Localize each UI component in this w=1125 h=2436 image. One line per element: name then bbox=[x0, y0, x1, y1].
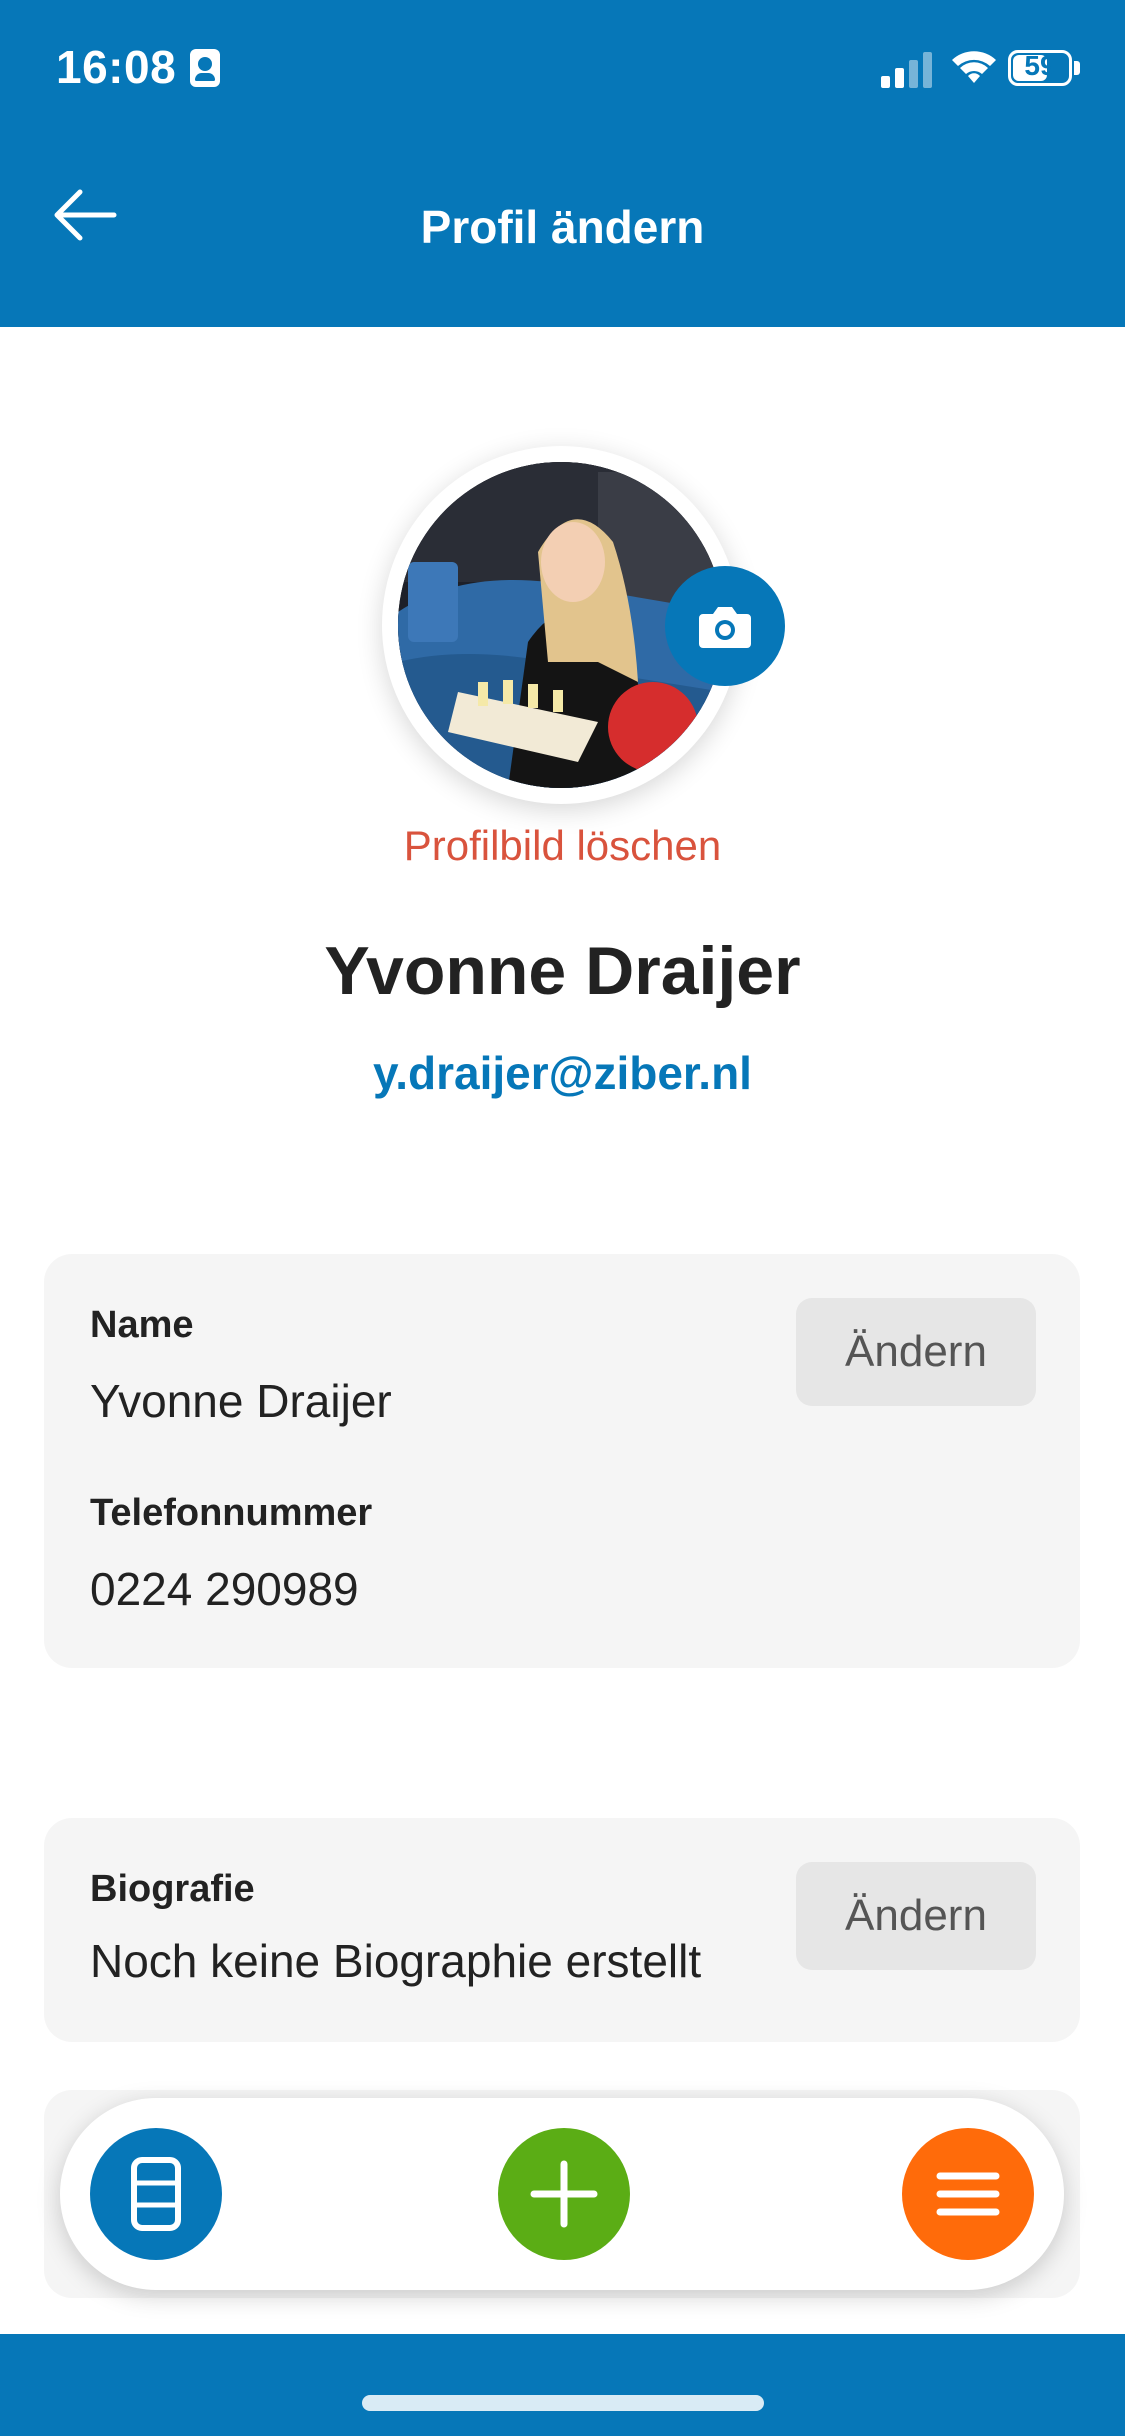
wifi-icon bbox=[952, 51, 996, 83]
battery-level: 59 bbox=[1024, 50, 1056, 81]
name-label: Name bbox=[90, 1304, 194, 1346]
list-button[interactable] bbox=[90, 2128, 222, 2260]
battery-cap bbox=[1074, 61, 1080, 75]
bio-label: Biografie bbox=[90, 1868, 255, 1910]
phone-value: 0224 290989 bbox=[90, 1563, 359, 1615]
menu-button[interactable] bbox=[902, 2128, 1034, 2260]
profile-email: y.draijer@ziber.nl bbox=[373, 1047, 752, 1099]
menu-icon bbox=[936, 2172, 1000, 2216]
add-button[interactable] bbox=[498, 2128, 630, 2260]
cellular-signal-icon bbox=[881, 52, 932, 88]
phone-label: Telefonnummer bbox=[90, 1492, 373, 1534]
edit-bio-button[interactable]: Ändern bbox=[796, 1862, 1036, 1970]
page-title: Profil ändern bbox=[420, 201, 705, 253]
bio-value: Noch keine Biographie erstellt bbox=[90, 1935, 702, 1987]
battery-icon: 59 bbox=[1008, 50, 1072, 86]
status-time: 16:08 bbox=[56, 41, 177, 93]
camera-icon bbox=[699, 607, 751, 648]
edit-details-button[interactable]: Ändern bbox=[796, 1298, 1036, 1406]
home-indicator bbox=[362, 2395, 764, 2411]
change-photo-button[interactable] bbox=[665, 566, 785, 686]
name-value: Yvonne Draijer bbox=[90, 1375, 392, 1427]
details-card: Name Yvonne Draijer Telefonnummer 0224 2… bbox=[44, 1254, 1080, 1668]
top-app-bar: 16:08 59 Profil ändern bbox=[0, 0, 1125, 327]
contact-card-icon bbox=[190, 49, 220, 87]
list-icon bbox=[131, 2157, 181, 2231]
bio-card: Biografie Noch keine Biographie erstellt… bbox=[44, 1818, 1080, 2042]
plus-icon bbox=[530, 2160, 598, 2228]
delete-photo-link[interactable]: Profilbild löschen bbox=[0, 822, 1125, 870]
bottom-band bbox=[0, 2334, 1125, 2436]
profile-name: Yvonne Draijer bbox=[324, 933, 801, 1009]
bottom-nav bbox=[60, 2098, 1064, 2290]
